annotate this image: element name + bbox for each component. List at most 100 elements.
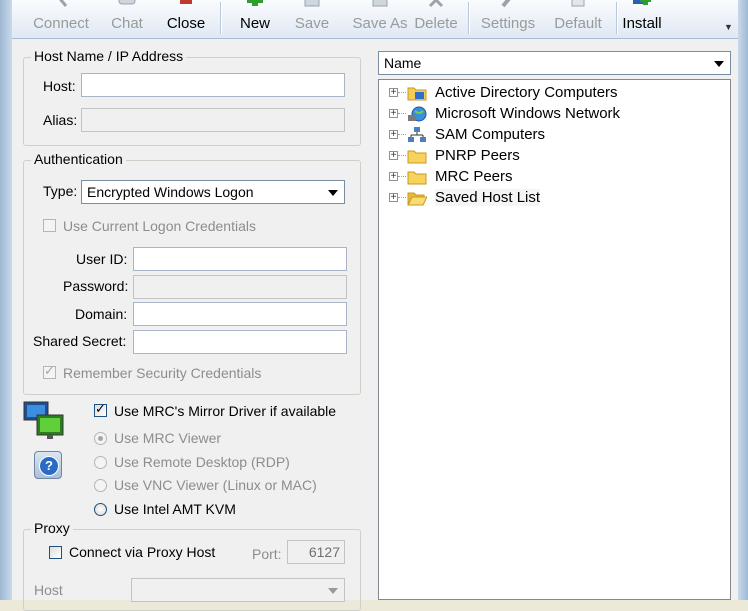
radio-dot	[98, 436, 103, 441]
tree-node-windows-network[interactable]: + Microsoft Windows Network	[389, 104, 729, 124]
domain-input[interactable]	[133, 302, 347, 326]
expand-icon[interactable]: +	[389, 130, 398, 140]
auth-type-select[interactable]: Encrypted Windows Logon	[81, 180, 345, 204]
install-label: Install	[622, 15, 662, 32]
new-icon	[247, 0, 263, 6]
domain-label: Domain:	[75, 306, 128, 322]
password-label: Password:	[63, 278, 129, 294]
tree-node-active-directory[interactable]: + Active Directory Computers	[389, 83, 729, 103]
settings-icon	[501, 0, 511, 8]
connect-label: Connect	[33, 15, 89, 32]
expand-icon[interactable]: +	[389, 88, 398, 98]
monitors-icon	[23, 401, 64, 439]
alias-label: Alias:	[43, 112, 78, 128]
tree-node-mrc-peers[interactable]: + MRC Peers	[389, 167, 729, 187]
alias-input[interactable]	[81, 108, 345, 132]
proxy-checkbox-label: Connect via Proxy Host	[69, 544, 216, 560]
toolbar: Connect Chat Close New Save Save As Dele…	[12, 0, 738, 39]
host-input[interactable]	[81, 73, 345, 97]
type-label: Type:	[43, 183, 78, 199]
chevron-down-icon	[714, 61, 724, 67]
amt-kvm-radio[interactable]	[94, 503, 107, 516]
tree-node-saved-host-list[interactable]: + Saved Host List	[389, 188, 729, 208]
tree-node-label: Active Directory Computers	[435, 84, 618, 101]
chat-label: Chat	[111, 15, 143, 32]
default-button[interactable]: Default	[546, 0, 610, 38]
close-button[interactable]: Close	[160, 0, 212, 38]
save-icon	[304, 0, 320, 7]
open-folder-icon	[407, 192, 427, 206]
port-label: Port:	[252, 546, 282, 562]
help-button[interactable]: ?	[34, 451, 62, 479]
save-button[interactable]: Save	[288, 0, 336, 38]
mirror-driver-label: Use MRC's Mirror Driver if available	[114, 403, 337, 419]
name-column-label: Name	[384, 55, 422, 71]
save-as-button[interactable]: Save As	[344, 0, 416, 38]
tree-node-label: Saved Host List	[435, 189, 541, 206]
chat-icon	[118, 0, 136, 5]
mirror-driver-checkbox[interactable]: ✓	[94, 401, 107, 417]
userid-input[interactable]	[133, 247, 347, 271]
userid-label: User ID:	[76, 251, 128, 267]
shared-secret-input[interactable]	[133, 330, 347, 354]
proxy-host-label: Host	[34, 582, 63, 598]
window-frame-left	[0, 0, 12, 600]
folder-icon	[407, 171, 427, 185]
tree-connector	[398, 197, 406, 198]
install-icon	[633, 0, 651, 5]
tree-connector	[398, 155, 406, 156]
close-icon	[180, 0, 192, 4]
expand-icon[interactable]: +	[389, 151, 398, 161]
mrc-viewer-radio[interactable]	[94, 432, 107, 445]
proxy-host-select[interactable]	[131, 578, 345, 602]
password-input[interactable]	[133, 275, 347, 299]
tree-connector	[398, 92, 406, 93]
toolbar-separator	[220, 2, 222, 34]
mrc-viewer-label: Use MRC Viewer	[114, 430, 222, 446]
install-button[interactable]: Install	[618, 0, 666, 38]
delete-button[interactable]: Delete	[412, 0, 460, 38]
window-frame-right	[738, 0, 748, 600]
connect-button[interactable]: Connect	[26, 0, 96, 38]
tree-node-sam-computers[interactable]: + SAM Computers	[389, 125, 729, 145]
remember-credentials-checkbox[interactable]: ✓	[43, 363, 56, 379]
checkmark-icon: ✓	[44, 363, 55, 378]
tree-node-label: SAM Computers	[435, 126, 546, 143]
tree-node-pnrp-peers[interactable]: + PNRP Peers	[389, 146, 729, 166]
chevron-down-icon	[328, 588, 338, 594]
close-label: Close	[166, 15, 206, 32]
settings-button[interactable]: Settings	[476, 0, 540, 38]
default-icon	[571, 0, 585, 7]
remember-credentials-label: Remember Security Credentials	[63, 365, 262, 381]
name-column-select[interactable]: Name	[378, 51, 731, 75]
use-current-credentials-checkbox[interactable]	[43, 219, 56, 232]
proxy-checkbox[interactable]	[49, 546, 62, 559]
port-input[interactable]: 6127	[287, 540, 345, 564]
sam-computers-icon	[408, 127, 426, 142]
tree-connector	[398, 113, 406, 114]
tree-node-label: MRC Peers	[435, 168, 513, 185]
host-group-title: Host Name / IP Address	[31, 48, 187, 64]
save-label: Save	[294, 15, 330, 32]
chat-button[interactable]: Chat	[102, 0, 152, 38]
vnc-radio[interactable]	[94, 479, 107, 492]
connect-icon	[59, 0, 68, 7]
save-as-label: Save As	[352, 15, 408, 32]
amt-kvm-label: Use Intel AMT KVM	[114, 501, 236, 517]
delete-label: Delete	[414, 15, 458, 32]
host-label: Host:	[43, 78, 76, 94]
rdp-radio[interactable]	[94, 456, 107, 469]
folder-icon	[407, 150, 427, 164]
tree-node-label: PNRP Peers	[435, 147, 520, 164]
auth-group-title: Authentication	[31, 151, 126, 167]
new-button[interactable]: New	[228, 0, 282, 38]
expand-icon[interactable]: +	[389, 193, 398, 203]
expand-icon[interactable]: +	[389, 172, 398, 182]
toolbar-overflow-icon[interactable]: ▼	[724, 22, 734, 34]
toolbar-separator	[468, 2, 470, 34]
chevron-down-icon	[328, 190, 338, 196]
host-group	[23, 57, 361, 146]
expand-icon[interactable]: +	[389, 109, 398, 119]
settings-label: Settings	[480, 15, 536, 32]
tree-connector	[398, 134, 406, 135]
